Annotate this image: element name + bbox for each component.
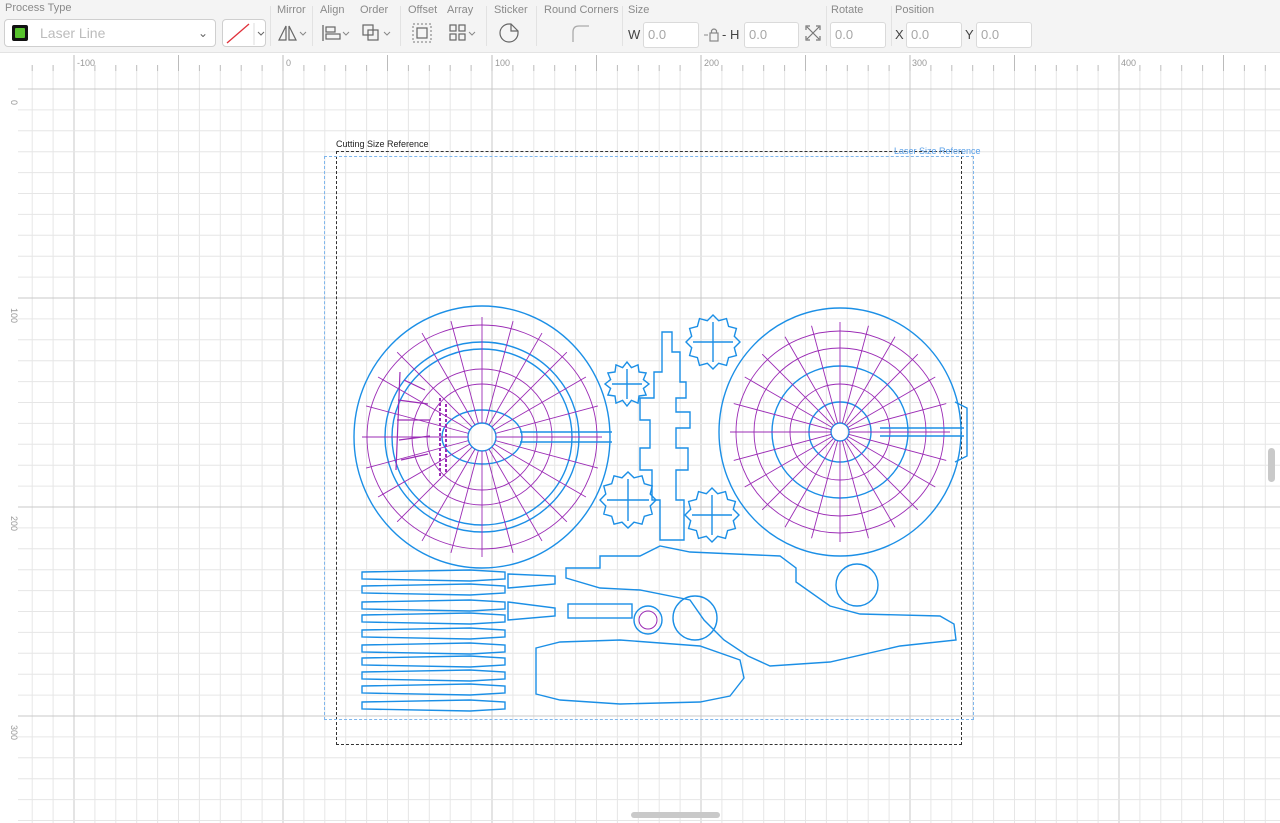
sticker-label: Sticker [494, 4, 528, 16]
round-corners-label: Round Corners [544, 4, 619, 16]
y-label: Y [965, 27, 974, 42]
y-field[interactable]: 0.0 [976, 22, 1032, 48]
horizontal-ruler[interactable]: -100 0 100 200 300 400 [0, 53, 1280, 71]
laser-size-frame [324, 156, 974, 720]
ruler-label: 300 [912, 58, 927, 68]
mirror-button[interactable] [276, 20, 308, 46]
array-grid-icon [449, 24, 476, 41]
round-corners-button[interactable] [568, 20, 592, 46]
line-color-icon [226, 23, 265, 45]
ruler-label: 400 [1121, 58, 1136, 68]
lock-icon[interactable] [704, 26, 724, 44]
height-field[interactable]: 0.0 [744, 22, 799, 48]
chevron-down-icon: ⌄ [197, 26, 208, 40]
ruler-label: 100 [9, 308, 18, 323]
position-label: Position [895, 4, 935, 16]
offset-button[interactable] [410, 20, 434, 46]
mirror-icon [278, 25, 307, 41]
order-icon [362, 24, 391, 41]
process-type-value: Laser Line [40, 25, 106, 41]
laser-module-icon [12, 25, 28, 41]
ruler-label: 200 [9, 516, 18, 531]
round-corner-icon [572, 25, 589, 42]
width-field[interactable]: 0.0 [643, 22, 699, 48]
expand-icon [805, 25, 821, 41]
ruler-label: 0 [9, 100, 18, 105]
ruler-label: 200 [704, 58, 719, 68]
line-style-select[interactable] [222, 19, 266, 47]
laser-size-reference-label: Laser Size Reference [894, 146, 981, 156]
order-label: Order [360, 4, 389, 16]
cutting-size-reference-label: Cutting Size Reference [336, 139, 429, 149]
size-label: Size [628, 4, 650, 16]
ruler-label: 0 [286, 58, 291, 68]
top-toolbar: Process Type Laser Line ⌄ Mirror Align O… [0, 0, 1280, 53]
width-label: W [628, 27, 641, 42]
height-label: - H [722, 27, 740, 42]
align-left-icon [322, 25, 350, 41]
rotate-label: Rotate [831, 4, 864, 16]
x-label: X [895, 27, 904, 42]
x-field[interactable]: 0.0 [906, 22, 962, 48]
vertical-ruler[interactable]: 0 100 200 300 [0, 53, 18, 823]
offset-icon [412, 23, 432, 43]
process-type-label: Process Type [5, 2, 72, 14]
sticker-button[interactable] [497, 20, 521, 46]
offset-label: Offset [408, 4, 438, 16]
sticker-icon [499, 23, 519, 43]
fit-size-button[interactable] [803, 20, 823, 46]
array-label: Array [447, 4, 474, 16]
order-button[interactable] [360, 20, 394, 46]
ruler-label: -100 [77, 58, 95, 68]
ruler-label: 300 [9, 725, 18, 740]
rotate-field[interactable]: 0.0 [830, 22, 886, 48]
align-label: Align [320, 4, 345, 16]
vertical-scrollbar[interactable] [1268, 448, 1275, 482]
align-button[interactable] [320, 20, 352, 46]
horizontal-scrollbar[interactable] [631, 812, 720, 818]
mirror-label: Mirror [277, 4, 306, 16]
array-button[interactable] [447, 20, 479, 46]
ruler-label: 100 [495, 58, 510, 68]
process-type-select[interactable]: Laser Line ⌄ [4, 19, 216, 47]
